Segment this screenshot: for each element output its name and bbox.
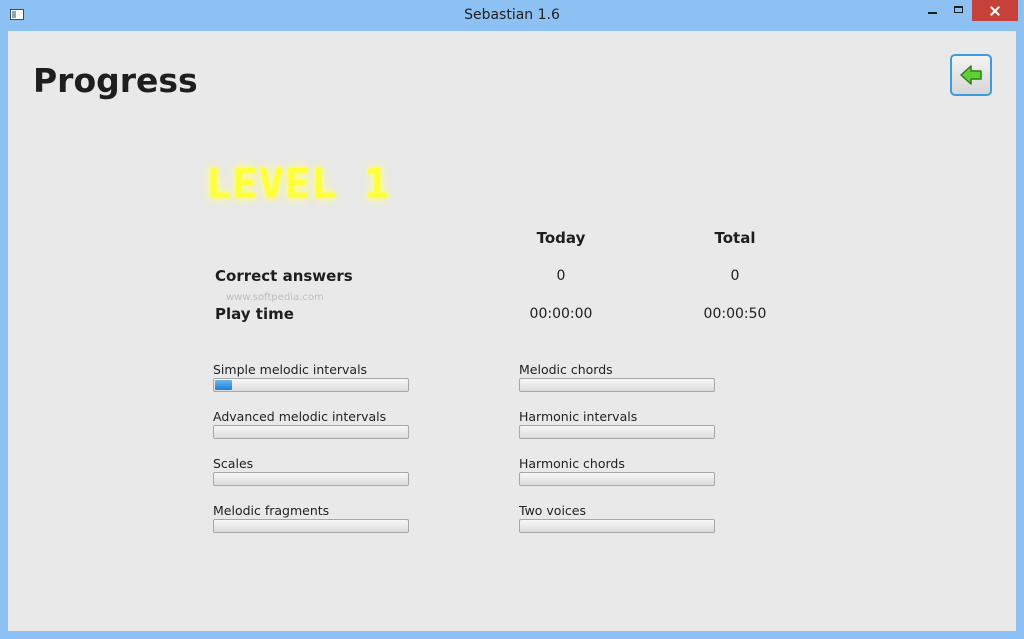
progress-bar bbox=[213, 472, 409, 486]
close-button[interactable] bbox=[972, 0, 1018, 21]
correct-answers-total: 0 bbox=[730, 268, 740, 284]
maximize-button[interactable] bbox=[946, 0, 972, 21]
main-panel: Progress LEVEL 1 Today Total Correct ans… bbox=[8, 31, 1016, 631]
progress-bar bbox=[213, 378, 409, 392]
progress-item: Harmonic chords bbox=[519, 456, 715, 486]
window-titlebar: Sebastian 1.6 bbox=[0, 0, 1024, 31]
play-time-today: 00:00:00 bbox=[529, 306, 593, 322]
total-header: Total bbox=[714, 229, 756, 247]
progress-bar bbox=[519, 425, 715, 439]
progress-bar bbox=[519, 378, 715, 392]
correct-answers-today: 0 bbox=[556, 268, 566, 284]
back-button[interactable] bbox=[950, 54, 992, 96]
play-time-total: 00:00:50 bbox=[703, 306, 767, 322]
minimize-button[interactable] bbox=[920, 0, 946, 21]
progress-item: Melodic fragments bbox=[213, 503, 409, 533]
correct-answers-label: Correct answers bbox=[215, 267, 353, 285]
progress-item: Scales bbox=[213, 456, 409, 486]
page-title: Progress bbox=[33, 61, 198, 100]
watermark: www.softpedia.com bbox=[226, 292, 324, 303]
progress-bar bbox=[519, 519, 715, 533]
progress-item: Simple melodic intervals bbox=[213, 362, 409, 392]
play-time-label: Play time bbox=[215, 305, 294, 323]
progress-fill bbox=[215, 380, 233, 390]
progress-bar bbox=[213, 519, 409, 533]
progress-item: Two voices bbox=[519, 503, 715, 533]
back-arrow-icon bbox=[960, 65, 982, 85]
progress-item: Harmonic intervals bbox=[519, 409, 715, 439]
window-title: Sebastian 1.6 bbox=[464, 7, 560, 23]
progress-bar bbox=[519, 472, 715, 486]
today-header: Today bbox=[536, 229, 586, 247]
progress-item: Advanced melodic intervals bbox=[213, 409, 409, 439]
level-label: LEVEL 1 bbox=[206, 159, 391, 208]
progress-item: Melodic chords bbox=[519, 362, 715, 392]
progress-bar bbox=[213, 425, 409, 439]
